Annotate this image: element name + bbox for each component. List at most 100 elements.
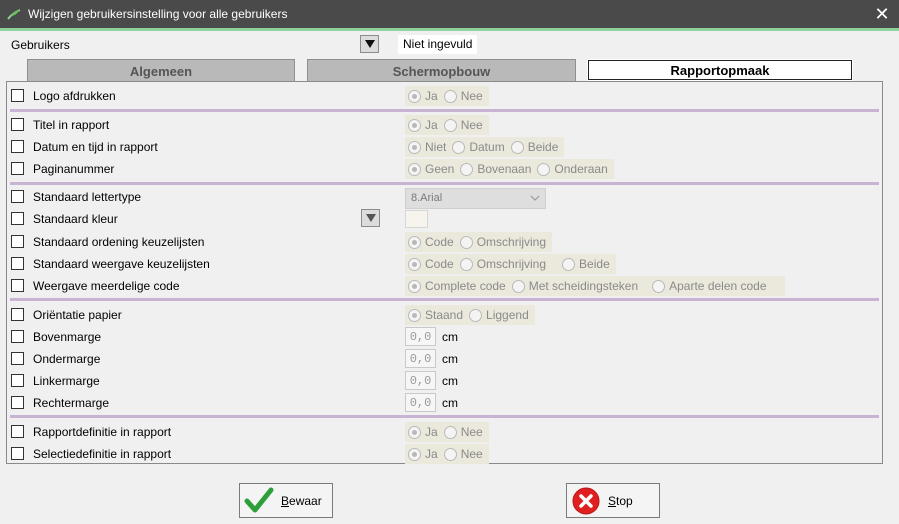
checkbox-titel[interactable]	[11, 118, 24, 131]
stop-button-label: Stop	[608, 493, 633, 508]
tab-algemeen[interactable]: Algemeen	[27, 59, 295, 82]
row-kleur: Standaard kleur	[7, 209, 884, 229]
label-ondermarge: Ondermarge	[33, 352, 101, 366]
label-rechtermarge: Rechtermarge	[33, 396, 110, 410]
radiogroup-datum: Niet Datum Beide	[405, 137, 565, 157]
save-button[interactable]: Bewaar	[239, 483, 333, 518]
radio-option[interactable]: Omschrijving	[459, 235, 546, 249]
font-select[interactable]: 8.Arial	[405, 188, 546, 209]
row-weergave: Standaard weergave keuzelijsten Code Oms…	[7, 254, 884, 274]
leaf-icon	[7, 9, 21, 20]
checkbox-orientatie[interactable]	[11, 308, 24, 321]
row-rechtermarge: Rechtermarge 0,0 cm	[7, 393, 884, 413]
radio-option[interactable]: Ja	[408, 447, 438, 461]
checkbox-ondermarge[interactable]	[11, 352, 24, 365]
radio-option[interactable]: Staand	[408, 308, 463, 322]
label-linkermarge: Linkermarge	[33, 374, 100, 388]
linkermarge-input[interactable]: 0,0	[405, 371, 436, 390]
window-title: Wijzigen gebruikersinstelling voor alle …	[28, 7, 288, 21]
radio-option[interactable]: Beide	[562, 257, 610, 271]
color-dropdown-button[interactable]	[361, 209, 380, 227]
radio-option[interactable]: Nee	[443, 89, 483, 103]
users-dropdown-button[interactable]	[360, 35, 379, 53]
separator	[10, 298, 879, 301]
triangle-down-icon	[365, 214, 376, 222]
radiogroup-titel: Ja Nee	[405, 115, 489, 135]
radio-option[interactable]: Liggend	[469, 308, 529, 322]
users-value: Niet ingevuld	[398, 35, 478, 54]
label-orientatie: Oriëntatie papier	[33, 308, 122, 322]
row-ordening: Standaard ordening keuzelijsten Code Oms…	[7, 232, 884, 252]
radio-option[interactable]: Nee	[443, 118, 483, 132]
save-button-label: Bewaar	[281, 493, 322, 508]
ondermarge-input[interactable]: 0,0	[405, 349, 436, 368]
radiogroup-selectiedef: Ja Nee	[405, 444, 489, 464]
close-icon[interactable]: ✕	[865, 0, 899, 28]
radiogroup-pagina: Geen Bovenaan Onderaan	[405, 159, 614, 179]
stop-x-icon	[572, 487, 600, 514]
radiogroup-logo: Ja Nee	[405, 86, 489, 106]
radio-option[interactable]: Datum	[452, 140, 505, 154]
stop-button[interactable]: Stop	[566, 483, 660, 518]
radio-option[interactable]: Omschrijving	[459, 257, 546, 271]
checkbox-weergave[interactable]	[11, 257, 24, 270]
row-lettertype: Standaard lettertype 8.Arial	[7, 187, 884, 209]
tab-schermopbouw[interactable]: Schermopbouw	[307, 59, 576, 82]
users-label: Gebruikers	[11, 38, 70, 52]
checkbox-meerdelig[interactable]	[11, 279, 24, 292]
label-rapportdef: Rapportdefinitie in rapport	[33, 425, 172, 439]
checkbox-selectiedef[interactable]	[11, 447, 24, 460]
font-select-value: 8.Arial	[411, 192, 443, 204]
radio-option[interactable]: Met scheidingsteken	[511, 279, 638, 293]
radio-option[interactable]: Code	[408, 235, 454, 249]
radio-option[interactable]: Onderaan	[537, 162, 608, 176]
radiogroup-rapportdef: Ja Nee	[405, 422, 489, 442]
label-titel: Titel in rapport	[33, 118, 110, 132]
row-orientatie: Oriëntatie papier Staand Liggend	[7, 305, 884, 325]
radio-option[interactable]: Niet	[408, 140, 446, 154]
separator	[10, 109, 879, 112]
bovenmarge-input[interactable]: 0,0	[405, 327, 436, 346]
rechtermarge-input[interactable]: 0,0	[405, 393, 436, 412]
checkbox-datum[interactable]	[11, 140, 24, 153]
label-kleur: Standaard kleur	[33, 212, 118, 226]
checkbox-pagina[interactable]	[11, 162, 24, 175]
radio-option[interactable]: Ja	[408, 425, 438, 439]
tab-rapportopmaak[interactable]: Rapportopmaak	[587, 59, 853, 81]
label-meerdelig: Weergave meerdelige code	[33, 279, 180, 293]
radio-option[interactable]: Code	[408, 257, 454, 271]
radiogroup-meerdelig: Complete code Met scheidingsteken Aparte…	[405, 276, 785, 296]
label-ordening: Standaard ordening keuzelijsten	[33, 235, 205, 249]
label-weergave: Standaard weergave keuzelijsten	[33, 257, 210, 271]
title-bar: Wijzigen gebruikersinstelling voor alle …	[0, 0, 899, 28]
checkbox-bovenmarge[interactable]	[11, 330, 24, 343]
checkbox-logo[interactable]	[11, 89, 24, 102]
radio-option[interactable]: Beide	[510, 140, 558, 154]
checkbox-lettertype[interactable]	[11, 190, 24, 203]
row-titel: Titel in rapport Ja Nee	[7, 115, 884, 135]
label-lettertype: Standaard lettertype	[33, 190, 142, 204]
unit-label: cm	[442, 374, 458, 388]
row-selectiedef: Selectiedefinitie in rapport Ja Nee	[7, 444, 884, 464]
radio-option[interactable]: Complete code	[408, 279, 506, 293]
row-linkermarge: Linkermarge 0,0 cm	[7, 371, 884, 391]
separator	[10, 415, 879, 418]
radio-option[interactable]: Aparte delen code	[652, 279, 767, 293]
color-swatch[interactable]	[405, 210, 428, 228]
checkbox-rapportdef[interactable]	[11, 425, 24, 438]
radio-option[interactable]: Ja	[408, 118, 438, 132]
checkbox-kleur[interactable]	[11, 212, 24, 225]
label-datum: Datum en tijd in rapport	[33, 140, 158, 154]
radio-option[interactable]: Geen	[408, 162, 454, 176]
checkbox-linkermarge[interactable]	[11, 374, 24, 387]
row-datum: Datum en tijd in rapport Niet Datum Beid…	[7, 137, 884, 157]
checkbox-ordening[interactable]	[11, 235, 24, 248]
checkbox-rechtermarge[interactable]	[11, 396, 24, 409]
radio-option[interactable]: Nee	[443, 425, 483, 439]
unit-label: cm	[442, 352, 458, 366]
radio-option[interactable]: Bovenaan	[460, 162, 531, 176]
radio-option[interactable]: Nee	[443, 447, 483, 461]
radio-option[interactable]: Ja	[408, 89, 438, 103]
unit-label: cm	[442, 330, 458, 344]
row-rapportdef: Rapportdefinitie in rapport Ja Nee	[7, 422, 884, 442]
